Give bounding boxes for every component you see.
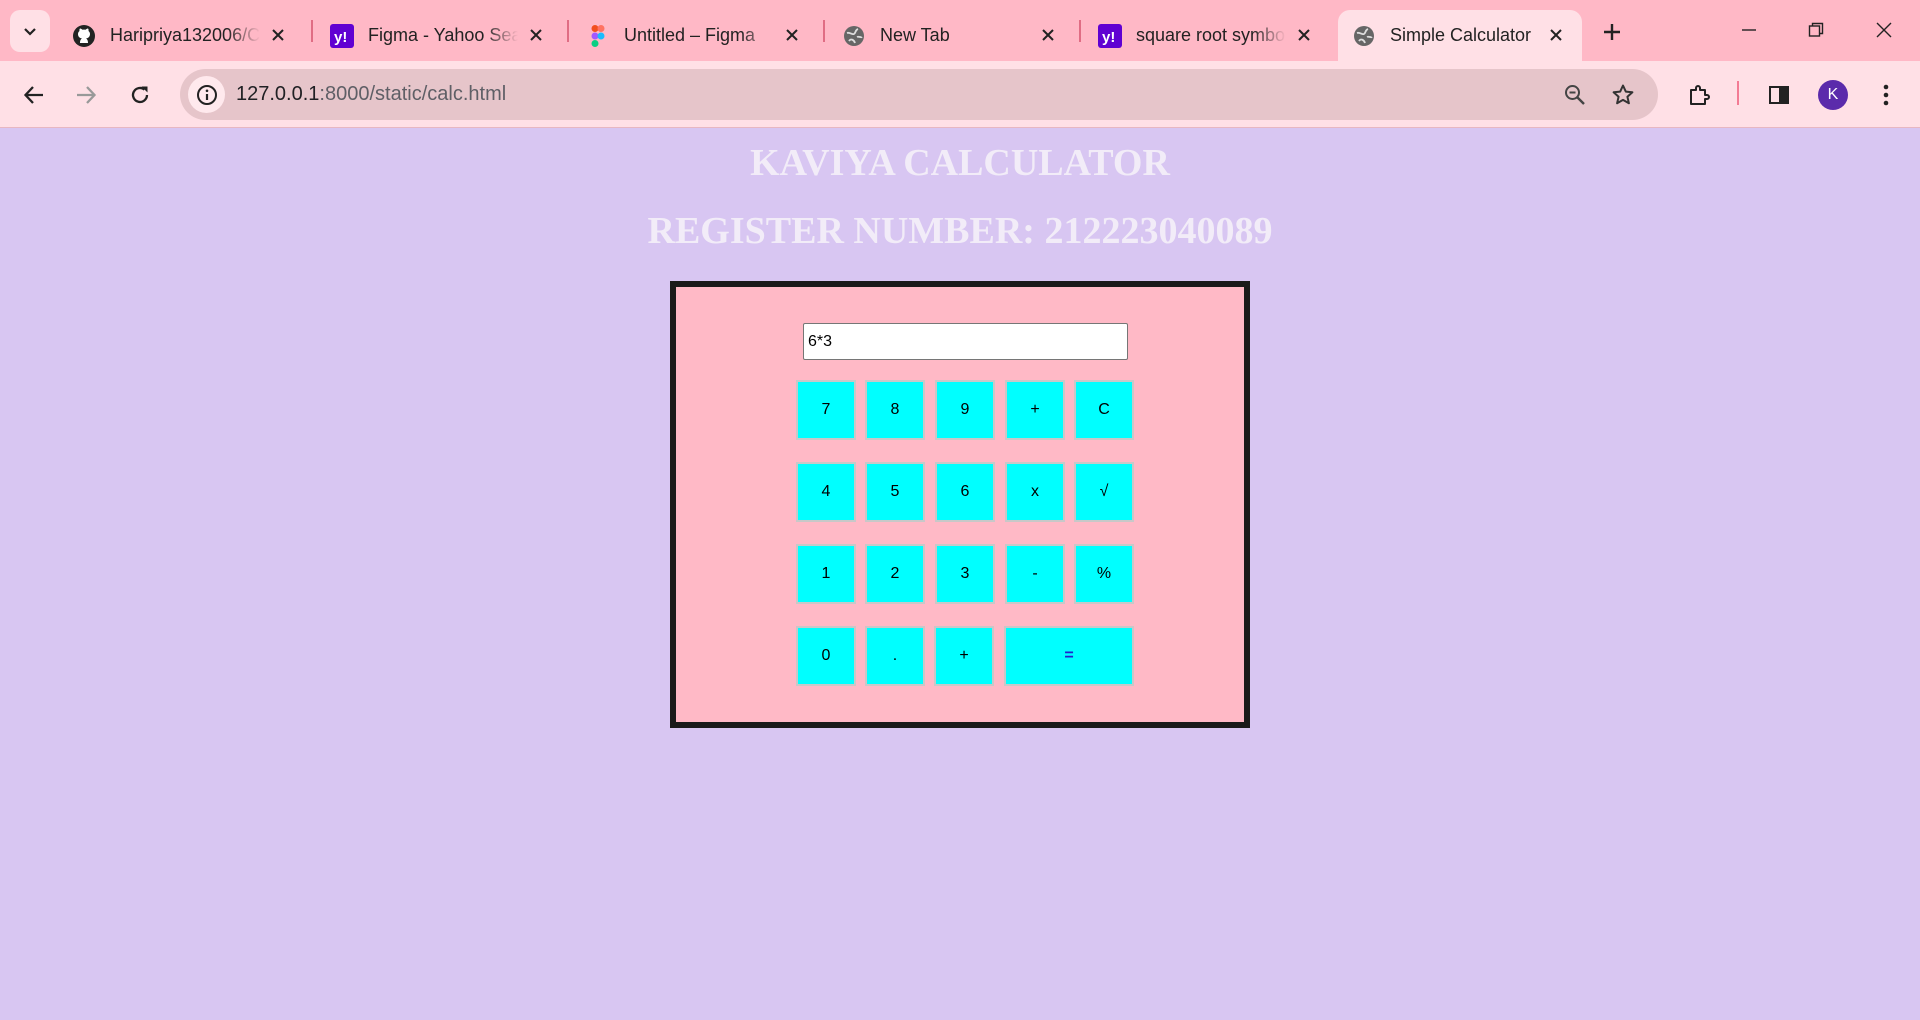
key-square-root[interactable]: √ bbox=[1074, 462, 1134, 522]
new-tab-button[interactable] bbox=[1594, 14, 1630, 50]
key-equals[interactable]: = bbox=[1004, 626, 1134, 686]
yahoo-icon: y! bbox=[330, 23, 354, 48]
key-plus-2[interactable]: + bbox=[934, 626, 994, 686]
close-icon[interactable] bbox=[780, 23, 804, 47]
kebab-menu-icon bbox=[1883, 84, 1889, 106]
key-6[interactable]: 6 bbox=[935, 462, 995, 522]
zoom-icon[interactable] bbox=[1560, 80, 1590, 110]
tab-title: Untitled – Figma bbox=[624, 25, 756, 45]
minimize-button[interactable] bbox=[1719, 8, 1779, 52]
key-4[interactable]: 4 bbox=[796, 462, 856, 522]
key-1[interactable]: 1 bbox=[796, 544, 856, 604]
key-8[interactable]: 8 bbox=[865, 380, 925, 440]
close-icon[interactable] bbox=[1036, 23, 1060, 47]
key-percent[interactable]: % bbox=[1074, 544, 1134, 604]
tab-title: Figma - Yahoo Sea bbox=[368, 25, 518, 45]
restore-icon bbox=[1808, 22, 1824, 37]
browser-toolbar: 127.0.0.1:8000/static/calc.html K bbox=[0, 61, 1920, 128]
address-url[interactable]: 127.0.0.1:8000/static/calc.html bbox=[236, 83, 506, 106]
key-2[interactable]: 2 bbox=[865, 544, 925, 604]
minimize-icon bbox=[1742, 29, 1756, 31]
url-host: 127.0.0.1 bbox=[236, 83, 320, 105]
key-clear[interactable]: C bbox=[1074, 380, 1134, 440]
tab-strip: Haripriya132006/C y! Figma - Yahoo Sea U… bbox=[0, 0, 1920, 61]
tab-title: New Tab bbox=[880, 25, 950, 45]
site-info-icon[interactable] bbox=[188, 76, 225, 113]
key-plus[interactable]: + bbox=[1005, 380, 1065, 440]
github-icon bbox=[72, 24, 96, 48]
svg-text:y!: y! bbox=[334, 29, 347, 46]
arrow-left-icon bbox=[23, 86, 43, 104]
page-content: KAVIYA CALCULATOR REGISTER NUMBER: 21222… bbox=[0, 129, 1920, 1020]
yahoo-icon: y! bbox=[1098, 23, 1122, 48]
tab-new-tab[interactable]: New Tab bbox=[828, 10, 1074, 61]
calculator: 6*3 7 8 9 + C 4 5 6 x √ 1 2 3 - % 0 . + … bbox=[670, 281, 1250, 728]
close-icon[interactable] bbox=[524, 23, 548, 47]
menu-button[interactable] bbox=[1866, 75, 1906, 115]
tab-separator bbox=[567, 20, 569, 42]
key-3[interactable]: 3 bbox=[935, 544, 995, 604]
close-icon[interactable] bbox=[1292, 23, 1316, 47]
side-panel-button[interactable] bbox=[1759, 75, 1799, 115]
svg-text:y!: y! bbox=[1102, 29, 1115, 46]
tab-github[interactable]: Haripriya132006/C bbox=[58, 10, 304, 61]
tab-yahoo-figma[interactable]: y! Figma - Yahoo Sea bbox=[316, 10, 562, 61]
key-7[interactable]: 7 bbox=[796, 380, 856, 440]
key-decimal[interactable]: . bbox=[865, 626, 925, 686]
key-0[interactable]: 0 bbox=[796, 626, 856, 686]
tab-separator bbox=[823, 20, 825, 42]
close-icon bbox=[1876, 22, 1892, 38]
register-number: REGISTER NUMBER: 212223040089 bbox=[647, 210, 1273, 252]
globe-icon bbox=[1352, 24, 1376, 48]
close-window-button[interactable] bbox=[1854, 8, 1914, 52]
globe-icon bbox=[842, 24, 866, 48]
tab-figma[interactable]: Untitled – Figma bbox=[572, 10, 818, 61]
calculator-display[interactable]: 6*3 bbox=[803, 323, 1128, 360]
tab-title: Simple Calculator bbox=[1390, 25, 1532, 45]
chevron-down-icon bbox=[24, 28, 36, 36]
toolbar-divider bbox=[1737, 81, 1739, 105]
key-5[interactable]: 5 bbox=[865, 462, 925, 522]
key-multiply[interactable]: x bbox=[1005, 462, 1065, 522]
bookmark-star-icon[interactable] bbox=[1608, 80, 1638, 110]
reload-icon bbox=[131, 86, 149, 104]
plus-icon bbox=[1604, 24, 1620, 40]
profile-avatar[interactable]: K bbox=[1818, 80, 1848, 110]
key-9[interactable]: 9 bbox=[935, 380, 995, 440]
forward-button[interactable] bbox=[66, 75, 106, 115]
close-icon[interactable] bbox=[1544, 23, 1568, 47]
extensions-button[interactable] bbox=[1679, 75, 1719, 115]
restore-button[interactable] bbox=[1786, 8, 1846, 52]
page-title: KAVIYA CALCULATOR bbox=[750, 142, 1170, 184]
puzzle-icon bbox=[1690, 85, 1710, 105]
arrow-right-icon bbox=[77, 86, 97, 104]
tab-separator bbox=[1079, 20, 1081, 42]
url-path: :8000/static/calc.html bbox=[319, 83, 507, 105]
tab-title: square root symbo bbox=[1136, 25, 1286, 45]
tab-search-button[interactable] bbox=[10, 10, 50, 52]
tab-yahoo-sqrt[interactable]: y! square root symbo bbox=[1084, 10, 1330, 61]
address-bar[interactable]: 127.0.0.1:8000/static/calc.html bbox=[180, 69, 1658, 120]
close-icon[interactable] bbox=[266, 23, 290, 47]
tab-title: Haripriya132006/C bbox=[110, 25, 260, 45]
reload-button[interactable] bbox=[120, 75, 160, 115]
tab-separator bbox=[311, 20, 313, 42]
tab-simple-calculator[interactable]: Simple Calculator bbox=[1338, 10, 1582, 61]
side-panel-icon bbox=[1769, 86, 1789, 104]
figma-icon bbox=[586, 24, 610, 48]
back-button[interactable] bbox=[14, 75, 54, 115]
key-minus[interactable]: - bbox=[1005, 544, 1065, 604]
